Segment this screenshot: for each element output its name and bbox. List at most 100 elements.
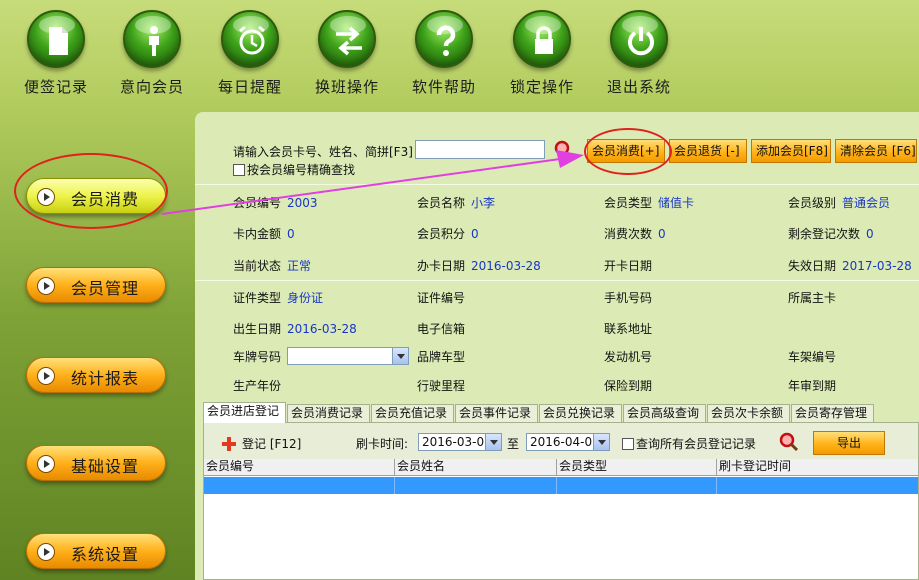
field-value: 0 [866,227,874,241]
field-label: 所属主卡 [788,291,837,305]
field-value: 身份证 [287,291,324,305]
field-label: 会员级别 [788,196,837,210]
field-label: 保险到期 [604,379,653,393]
checkin-toolbar: 登记 [F12] 刷卡时间: 2016-03-07 至 2016-04-07 查… [204,423,918,459]
toolbar-lock-button[interactable]: 锁定操作 [502,10,582,97]
field-mileage: 行驶里程 [417,377,471,394]
field-member-points: 会员积分 0 [417,225,479,242]
tab-consume-records[interactable]: 会员消费记录 [287,404,370,422]
member-consume-panel: 请输入会员卡号、姓名、简拼[F3] 按会员编号精确查找 会员消费[+] 会员退货… [195,112,919,580]
column-header[interactable]: 会员类型 [557,459,717,475]
chevron-down-icon[interactable] [392,348,409,364]
field-brand-model: 品牌车型 [417,348,471,365]
date-from-picker[interactable]: 2016-03-07 [418,433,502,451]
field-label: 电子信箱 [417,322,466,336]
toolbar-notes-button[interactable]: 便签记录 [16,10,96,97]
query-all-checkbox[interactable]: 查询所有会员登记记录 [622,435,756,452]
field-label: 会员编号 [233,196,282,210]
chevron-down-icon[interactable] [593,434,609,450]
search-input[interactable] [415,140,545,159]
table-row[interactable] [204,477,918,494]
register-label: 登记 [F12] [242,437,302,451]
toolbar-help-button[interactable]: 软件帮助 [404,10,484,97]
field-main-card: 所属主卡 [788,289,842,306]
toolbar-prospects-button[interactable]: 意向会员 [112,10,192,97]
exact-search-checkbox[interactable]: 按会员编号精确查找 [233,161,355,178]
tab-event-records[interactable]: 会员事件记录 [455,404,538,422]
tab-recharge-records[interactable]: 会员充值记录 [371,404,454,422]
toolbar-label: 每日提醒 [217,78,282,96]
table-cell [395,477,557,494]
divider [195,184,919,185]
column-header[interactable]: 会员姓名 [395,459,557,475]
checkbox-box[interactable] [233,164,245,176]
field-open-date: 开卡日期 [604,257,658,274]
tab-advanced-query[interactable]: 会员高级查询 [623,404,706,422]
play-icon [37,543,55,561]
field-label: 手机号码 [604,291,653,305]
sidebar-item-basic-settings[interactable]: 基础设置 [26,445,166,481]
export-button[interactable]: 导出 [813,431,885,455]
field-value: 储值卡 [658,196,695,210]
swap-arrows-icon [318,10,376,68]
to-label: 至 [507,437,520,451]
field-label: 证件类型 [233,291,282,305]
date-to-picker[interactable]: 2016-04-07 [526,433,610,451]
sidebar-item-system-settings[interactable]: 系统设置 [26,533,166,569]
play-icon [37,455,55,473]
register-button[interactable]: 登记 [F12] [222,435,301,452]
plate-no-select[interactable] [287,347,410,365]
field-birthday: 出生日期 2016-03-28 [233,320,357,337]
table-cell [204,477,395,494]
alarm-clock-icon [221,10,279,68]
field-label: 车架编号 [788,350,837,364]
date-to-value: 2016-04-07 [530,435,600,449]
sidebar-item-reports[interactable]: 统计报表 [26,357,166,393]
field-insurance-due: 保险到期 [604,377,658,394]
search-icon[interactable] [553,139,575,161]
field-id-type: 证件类型 身份证 [233,289,323,306]
field-id-no: 证件编号 [417,289,471,306]
field-current-status: 当前状态 正常 [233,257,311,274]
checkbox-box[interactable] [622,438,634,450]
tab-count-card-balance[interactable]: 会员次卡余额 [707,404,790,422]
tab-storage-manage[interactable]: 会员寄存管理 [791,404,874,422]
field-member-name: 会员名称 小李 [417,194,495,211]
toolbar-exit-button[interactable]: 退出系统 [599,10,679,97]
field-label: 联系地址 [604,322,653,336]
table-cell [557,477,717,494]
field-label: 当前状态 [233,259,282,273]
document-icon [27,10,85,68]
field-value: 0 [287,227,295,241]
toolbar-reminder-button[interactable]: 每日提醒 [210,10,290,97]
field-value: 普通会员 [842,196,891,210]
field-remaining-count: 剩余登记次数 0 [788,225,874,242]
field-consume-count: 消费次数 0 [604,225,666,242]
column-header[interactable]: 刷卡登记时间 [717,459,918,475]
play-icon [37,367,55,385]
field-label: 办卡日期 [417,259,466,273]
field-label: 消费次数 [604,227,653,241]
query-all-label: 查询所有会员登记记录 [636,437,757,451]
divider [195,280,919,281]
sidebar-item-member-manage[interactable]: 会员管理 [26,267,166,303]
field-value: 2017-03-28 [842,259,912,273]
field-card-balance: 卡内金额 0 [233,225,295,242]
column-header[interactable]: 会员编号 [204,459,395,475]
toolbar-shift-button[interactable]: 换班操作 [307,10,387,97]
checkin-panel: 登记 [F12] 刷卡时间: 2016-03-07 至 2016-04-07 查… [203,422,919,580]
toolbar-label: 退出系统 [606,78,671,96]
chevron-down-icon[interactable] [485,434,501,450]
tab-checkin[interactable]: 会员进店登记 [203,402,286,423]
clear-member-button[interactable]: 清除会员 [F6] [835,139,917,163]
field-engine-no: 发动机号 [604,348,658,365]
field-inspection-due: 年审到期 [788,377,842,394]
search-icon[interactable] [778,431,800,453]
add-member-button[interactable]: 添加会员[F8] [751,139,831,163]
field-member-type: 会员类型 储值卡 [604,194,694,211]
search-label: 请输入会员卡号、姓名、简拼[F3] [233,145,413,159]
field-value: 正常 [287,259,312,273]
member-refund-button[interactable]: 会员退货 [-] [669,139,747,163]
search-area: 请输入会员卡号、姓名、简拼[F3] 按会员编号精确查找 会员消费[+] 会员退货… [195,112,919,182]
tab-redeem-records[interactable]: 会员兑换记录 [539,404,622,422]
